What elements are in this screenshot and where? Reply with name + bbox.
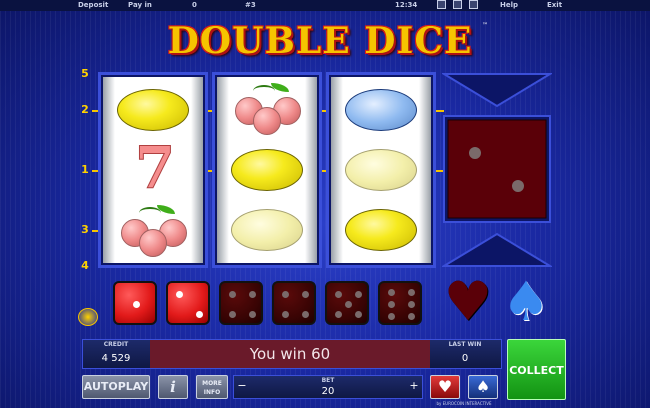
trademark-mark: ™ xyxy=(482,22,488,29)
die-pip xyxy=(229,291,236,298)
dice-button-4[interactable] xyxy=(272,281,316,325)
die-pip xyxy=(249,311,256,318)
dice-button-4[interactable] xyxy=(219,281,263,325)
bet-value: 20 xyxy=(321,386,335,397)
cherries-icon xyxy=(121,205,189,257)
last-win-label: LAST WIN xyxy=(448,341,482,348)
payline-1-label: 1 xyxy=(81,163,89,176)
gamble-die-panel xyxy=(442,73,552,267)
die-pip xyxy=(229,311,236,318)
cherries-icon xyxy=(235,83,303,135)
credit-value: 4 529 xyxy=(101,353,131,364)
die-pip xyxy=(408,289,415,296)
lemon-icon xyxy=(345,149,417,191)
die-pip xyxy=(388,301,395,308)
pay-in-link[interactable]: Pay in xyxy=(128,1,152,9)
win-message: You win 60 xyxy=(150,340,430,368)
autoplay-button[interactable]: AUTOPLAY xyxy=(82,375,150,399)
dice-button-6[interactable] xyxy=(378,281,422,325)
gamble-die-pip xyxy=(469,147,481,159)
lemon-icon xyxy=(117,89,189,131)
die-pip xyxy=(196,311,203,318)
last-win-value: 0 xyxy=(461,353,469,364)
eurocoin-logo-icon xyxy=(78,308,98,326)
dice-button-5[interactable] xyxy=(325,281,369,325)
die-pip xyxy=(249,291,256,298)
provider-footer: by EUROCOIN INTERACTIVE xyxy=(436,401,492,406)
gamble-spade-button[interactable]: ♠ xyxy=(468,375,498,399)
top-bar: Deposit Pay in 0 #3 12:34 Help Exit xyxy=(0,0,650,11)
lemon-icon xyxy=(231,209,303,251)
die-pip xyxy=(176,291,183,298)
die-pip xyxy=(355,311,362,318)
seven-icon: 7 xyxy=(134,134,176,202)
collect-button[interactable]: COLLECT xyxy=(507,339,566,400)
die-pip xyxy=(408,301,415,308)
exit-link[interactable]: Exit xyxy=(547,1,562,9)
die-pip xyxy=(355,291,362,298)
heart-suit-button[interactable]: ♥ xyxy=(443,275,493,329)
plum-icon xyxy=(345,89,417,131)
reel-3 xyxy=(329,75,433,265)
payline-4-label: 4 xyxy=(81,259,89,272)
payline-5-label: 5 xyxy=(81,67,89,80)
die-pip xyxy=(335,311,342,318)
info-icon[interactable]: i xyxy=(158,375,188,399)
die-pip xyxy=(302,291,309,298)
sound-icon[interactable] xyxy=(437,0,446,9)
die-pip xyxy=(388,289,395,296)
more-info-line2: INFO xyxy=(203,389,221,396)
die-pip xyxy=(302,311,309,318)
lemon-icon xyxy=(345,209,417,251)
payline-3-label: 3 xyxy=(81,223,89,236)
payline-2-label: 2 xyxy=(81,103,89,116)
reel-1: 7 xyxy=(101,75,205,265)
die-pip xyxy=(282,291,289,298)
dice-button-2[interactable] xyxy=(166,281,210,325)
more-info-line1: MORE xyxy=(202,380,222,387)
help-link[interactable]: Help xyxy=(500,1,518,9)
game-number: #3 xyxy=(245,1,256,9)
lemon-icon xyxy=(231,149,303,191)
die-pip xyxy=(282,311,289,318)
deposit-link[interactable]: Deposit xyxy=(78,1,108,9)
more-info-button[interactable]: MORE INFO xyxy=(196,375,228,399)
bet-increase-button[interactable]: + xyxy=(408,379,420,392)
gamble-die-pip xyxy=(512,180,524,192)
game-logo: DOUBLE DICE xyxy=(167,20,473,62)
die-pip xyxy=(388,313,395,320)
die-pip xyxy=(335,291,342,298)
reel-2 xyxy=(215,75,319,265)
die-pip xyxy=(408,313,415,320)
dice-button-1[interactable] xyxy=(113,281,157,325)
settings-icon[interactable] xyxy=(469,0,478,9)
gamble-heart-button[interactable]: ♥ xyxy=(430,375,460,399)
bet-decrease-button[interactable]: − xyxy=(236,379,248,392)
die-pip xyxy=(133,301,140,308)
clock: 12:34 xyxy=(395,1,418,9)
die-pip xyxy=(345,301,352,308)
spade-suit-button[interactable]: ♠ xyxy=(501,275,551,329)
bet-label: BET xyxy=(321,377,335,384)
credit-label: CREDIT xyxy=(103,341,129,348)
fullscreen-icon[interactable] xyxy=(453,0,462,9)
pay-in-value: 0 xyxy=(192,1,197,9)
